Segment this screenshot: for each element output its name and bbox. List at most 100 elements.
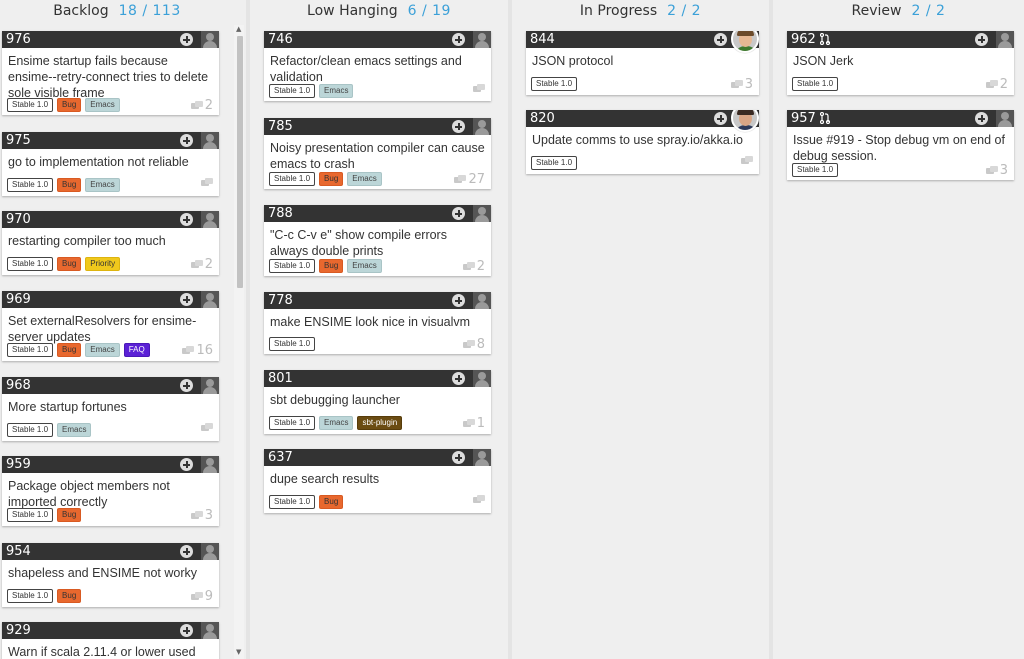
- comment-count[interactable]: 2: [190, 257, 213, 272]
- label-tag[interactable]: Stable 1.0: [7, 589, 54, 603]
- issue-number[interactable]: 969: [6, 292, 31, 307]
- plus-circle-icon[interactable]: [975, 33, 988, 46]
- label-tag[interactable]: Stable 1.0: [269, 172, 316, 186]
- issue-title[interactable]: Package object members not imported corr…: [2, 473, 219, 510]
- label-tag[interactable]: Emacs: [347, 172, 382, 186]
- issue-number[interactable]: 778: [268, 293, 293, 308]
- comment-count[interactable]: 2: [190, 98, 213, 113]
- plus-circle-icon[interactable]: [180, 134, 193, 147]
- person-icon[interactable]: [201, 456, 219, 473]
- issue-title[interactable]: dupe search results: [264, 466, 491, 487]
- comment-count[interactable]: [201, 423, 213, 433]
- issue-title[interactable]: make ENSIME look nice in visualvm: [264, 309, 491, 330]
- scroll-down-arrow-icon[interactable]: ▼: [236, 648, 241, 656]
- label-tag[interactable]: Bug: [319, 495, 344, 509]
- plus-circle-icon[interactable]: [452, 33, 465, 46]
- comment-count[interactable]: 27: [454, 172, 485, 187]
- person-icon[interactable]: [473, 292, 491, 309]
- plus-circle-icon[interactable]: [180, 293, 193, 306]
- issue-card[interactable]: 954 shapeless and ENSIME not worky Stable …: [2, 543, 219, 607]
- person-icon[interactable]: [201, 132, 219, 149]
- issue-card[interactable]: 929 Warn if scala 2.11.4 or lower used: [2, 622, 219, 659]
- plus-circle-icon[interactable]: [180, 545, 193, 558]
- person-icon[interactable]: [201, 211, 219, 228]
- plus-circle-icon[interactable]: [452, 372, 465, 385]
- issue-number[interactable]: 746: [268, 32, 293, 47]
- issue-card[interactable]: 968 More startup fortunes Stable 1.0 Emacs: [2, 377, 219, 441]
- issue-title[interactable]: sbt debugging launcher: [264, 387, 491, 408]
- issue-number[interactable]: 801: [268, 371, 293, 386]
- comment-count[interactable]: 8: [462, 337, 485, 352]
- issue-number[interactable]: 962: [791, 32, 816, 47]
- plus-circle-icon[interactable]: [180, 458, 193, 471]
- issue-number[interactable]: 970: [6, 212, 31, 227]
- issue-card[interactable]: 970 restarting compiler too much Stable 1.…: [2, 211, 219, 275]
- issue-card[interactable]: 637 dupe search results Stable 1.0 Bug: [264, 449, 491, 513]
- issue-title[interactable]: shapeless and ENSIME not worky: [2, 560, 219, 581]
- label-tag[interactable]: Stable 1.0: [269, 416, 316, 430]
- person-icon[interactable]: [201, 291, 219, 308]
- person-icon[interactable]: [201, 377, 219, 394]
- issue-title[interactable]: Warn if scala 2.11.4 or lower used: [2, 639, 219, 659]
- issue-title[interactable]: JSON Jerk: [787, 48, 1014, 69]
- avatar[interactable]: [731, 110, 759, 132]
- issue-title[interactable]: Refactor/clean emacs settings and valida…: [264, 48, 491, 85]
- label-tag[interactable]: Emacs: [57, 423, 92, 437]
- issue-title[interactable]: "C-c C-v e" show compile errors always d…: [264, 222, 491, 259]
- plus-circle-icon[interactable]: [714, 112, 727, 125]
- label-tag[interactable]: FAQ: [123, 343, 150, 357]
- plus-circle-icon[interactable]: [180, 624, 193, 637]
- issue-title[interactable]: Noisy presentation compiler can cause em…: [264, 135, 491, 172]
- issue-card[interactable]: 844 JSON protocol Stable 1.0 3: [526, 31, 759, 95]
- label-tag[interactable]: Bug: [57, 98, 82, 112]
- issue-title[interactable]: Ensime startup fails because ensime--ret…: [2, 48, 219, 101]
- issue-title[interactable]: Set externalResolvers for ensime-server …: [2, 308, 219, 345]
- issue-number[interactable]: 975: [6, 133, 31, 148]
- issue-number[interactable]: 820: [530, 111, 555, 126]
- issue-number[interactable]: 959: [6, 457, 31, 472]
- issue-title[interactable]: restarting compiler too much: [2, 228, 219, 249]
- issue-card[interactable]: 957 Issue #919 - Stop debug vm on end of …: [787, 110, 1014, 180]
- issue-card[interactable]: 975 go to implementation not reliable Stab…: [2, 132, 219, 196]
- issue-number[interactable]: 957: [791, 111, 816, 126]
- comment-count[interactable]: 2: [985, 77, 1008, 92]
- comment-count[interactable]: 3: [985, 163, 1008, 178]
- person-icon[interactable]: [201, 543, 219, 560]
- label-tag[interactable]: Bug: [57, 257, 82, 271]
- column-header-backlog[interactable]: Backlog 18 / 113: [0, 3, 234, 19]
- scrollbar-thumb[interactable]: [237, 36, 243, 288]
- issue-card[interactable]: 820 Update comms to use spray.io/akka.io S…: [526, 110, 759, 174]
- issue-number[interactable]: 785: [268, 119, 293, 134]
- issue-number[interactable]: 954: [6, 544, 31, 559]
- label-tag[interactable]: Bug: [319, 259, 344, 273]
- label-tag[interactable]: Stable 1.0: [531, 156, 578, 170]
- comment-count[interactable]: 3: [190, 508, 213, 523]
- column-header-in-progress[interactable]: In Progress 2 / 2: [512, 3, 769, 19]
- label-tag[interactable]: Priority: [85, 257, 121, 271]
- comment-count[interactable]: [473, 495, 485, 505]
- label-tag[interactable]: Stable 1.0: [269, 495, 316, 509]
- person-icon[interactable]: [201, 622, 219, 639]
- issue-card[interactable]: 959 Package object members not imported c…: [2, 456, 219, 526]
- label-tag[interactable]: Stable 1.0: [269, 84, 316, 98]
- issue-card[interactable]: 788 "C-c C-v e" show compile errors alway…: [264, 205, 491, 276]
- issue-number[interactable]: 929: [6, 623, 31, 638]
- issue-card[interactable]: 746 Refactor/clean emacs settings and val…: [264, 31, 491, 101]
- label-tag[interactable]: Emacs: [85, 178, 120, 192]
- column-header-low-hanging[interactable]: Low Hanging 6 / 19: [250, 3, 508, 19]
- issue-card[interactable]: 801 sbt debugging launcher Stable 1.0 Emacs…: [264, 370, 491, 434]
- person-icon[interactable]: [473, 205, 491, 222]
- person-icon[interactable]: [996, 110, 1014, 127]
- plus-circle-icon[interactable]: [180, 379, 193, 392]
- person-icon[interactable]: [473, 370, 491, 387]
- comment-count[interactable]: [201, 178, 213, 188]
- issue-title[interactable]: Update comms to use spray.io/akka.io: [526, 127, 759, 148]
- plus-circle-icon[interactable]: [452, 451, 465, 464]
- person-icon[interactable]: [996, 31, 1014, 48]
- issue-card[interactable]: 785 Noisy presentation compiler can cause…: [264, 118, 491, 189]
- scroll-up-arrow-icon[interactable]: ▲: [236, 25, 241, 33]
- comment-count[interactable]: [741, 156, 753, 166]
- comment-count[interactable]: 1: [462, 416, 485, 431]
- issue-number[interactable]: 637: [268, 450, 293, 465]
- label-tag[interactable]: Stable 1.0: [7, 178, 54, 192]
